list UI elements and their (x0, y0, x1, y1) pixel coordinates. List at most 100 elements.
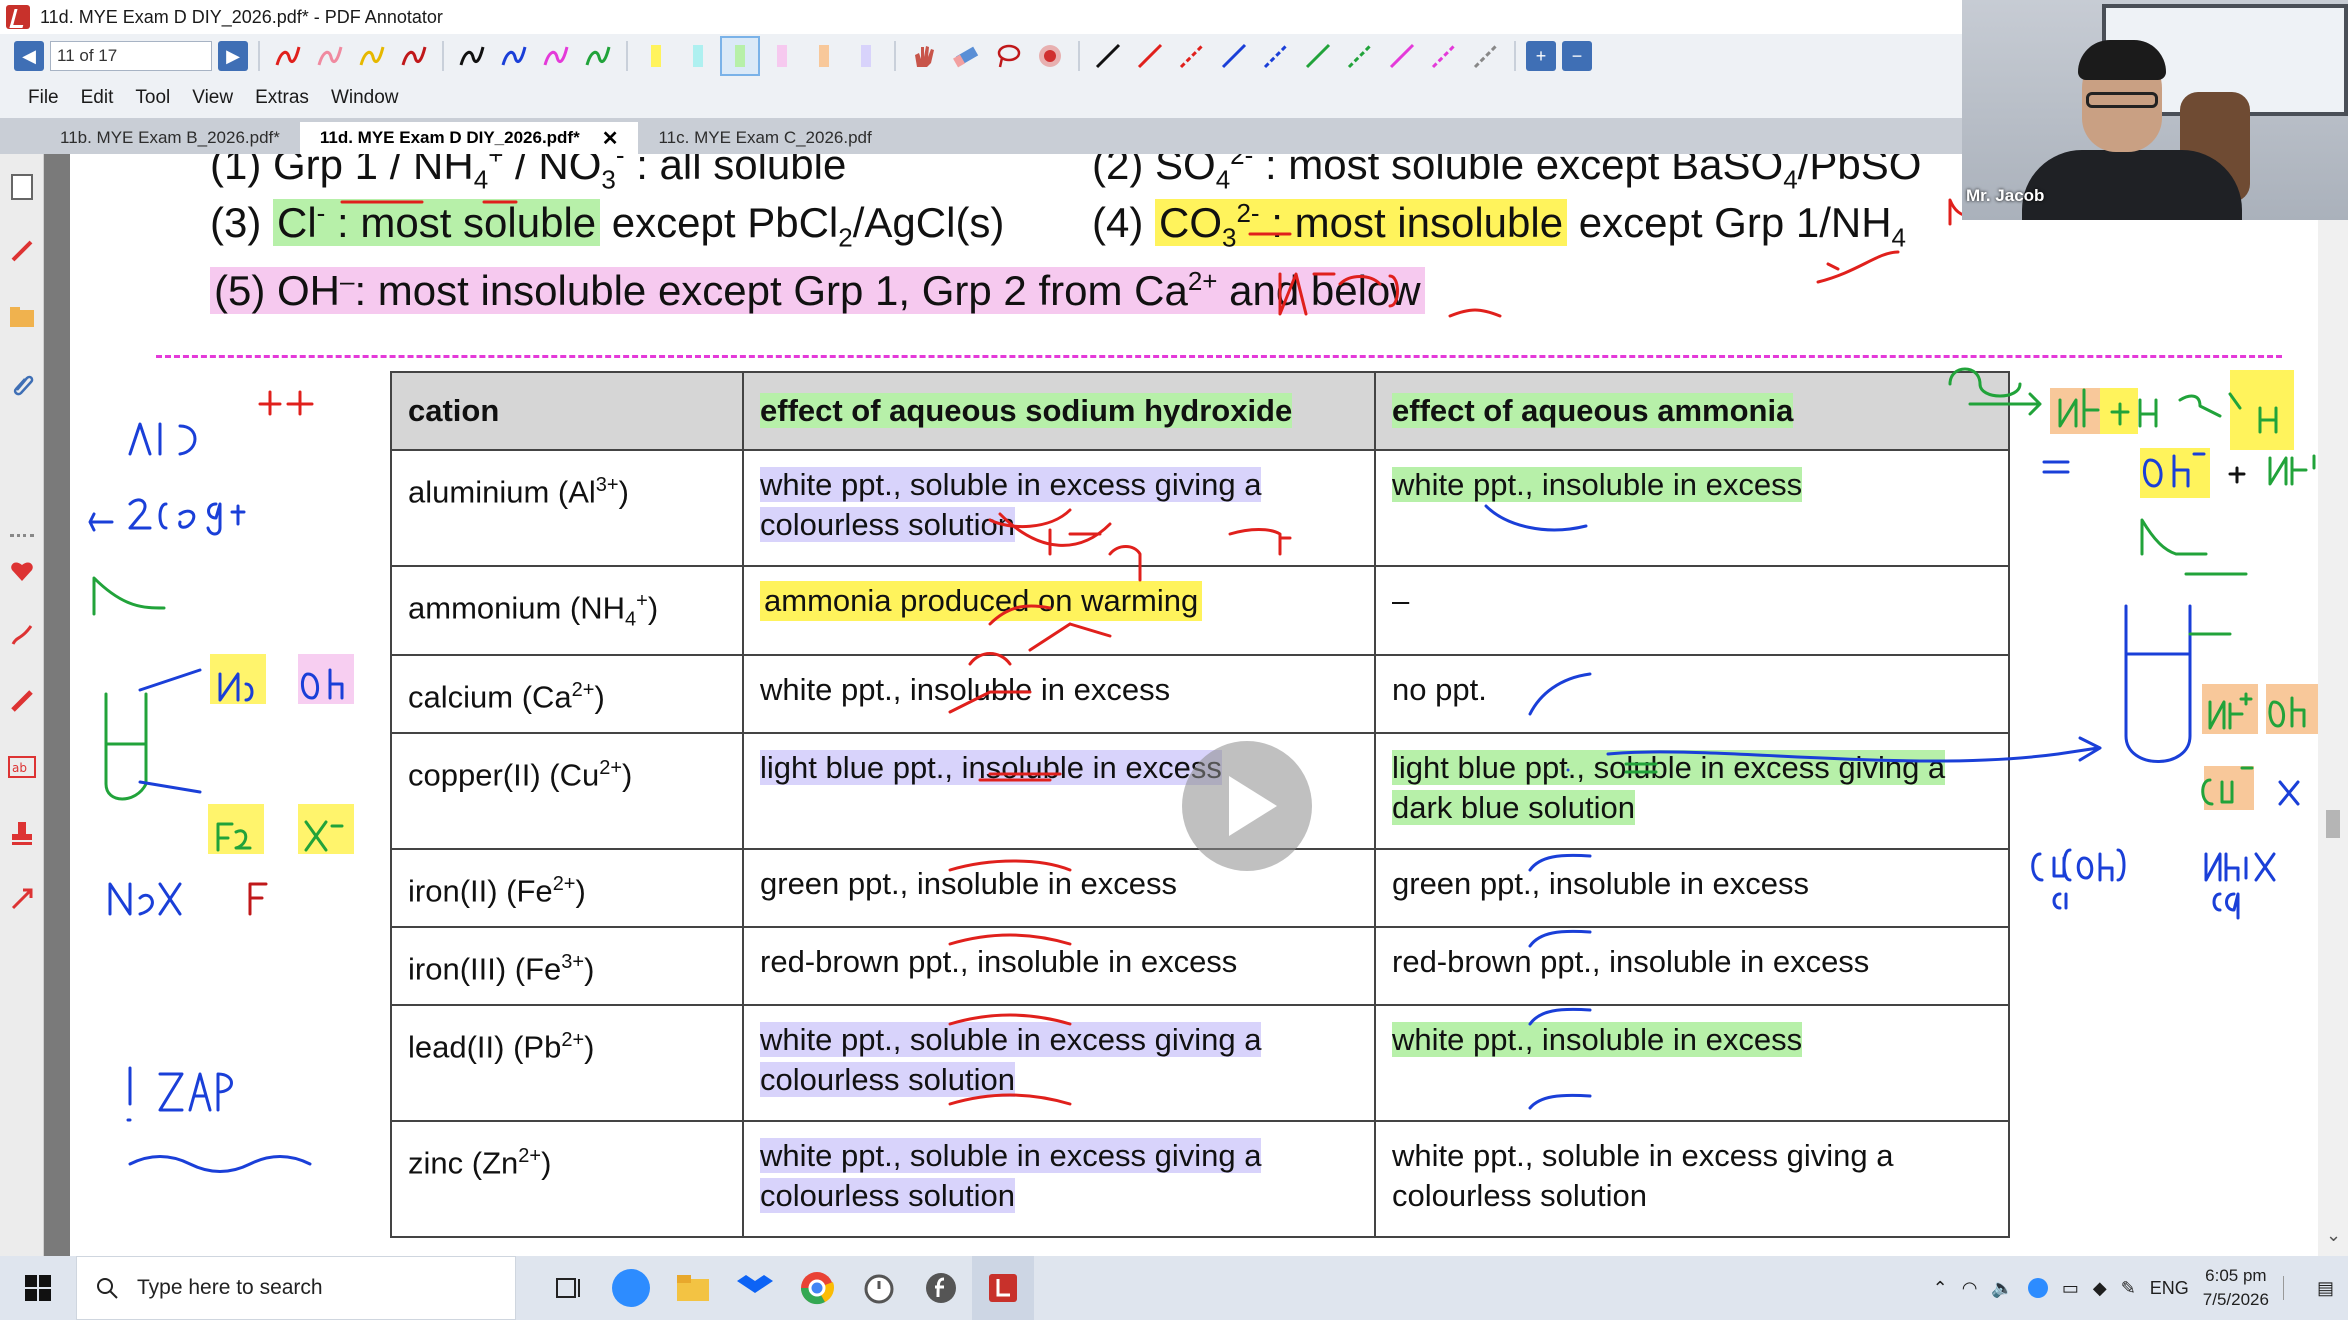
taskbar-chrome[interactable] (786, 1256, 848, 1320)
pen-darkred-tool[interactable] (396, 38, 432, 74)
stamp-tool[interactable] (1032, 38, 1068, 74)
close-tab-icon[interactable]: ✕ (602, 126, 619, 151)
taskbar-file-explorer[interactable] (662, 1256, 724, 1320)
dashed-line-gray-tool[interactable] (1468, 38, 1504, 74)
vertical-scrollbar[interactable]: ⌄ (2318, 220, 2348, 1256)
previous-page-button[interactable]: ◀ (14, 41, 44, 71)
highlighter-pink-tool[interactable] (764, 38, 800, 74)
notifications-icon[interactable]: ▤ (2317, 1278, 2334, 1299)
toolbar-separator (1514, 41, 1516, 71)
toolbar-separator (1078, 41, 1080, 71)
dropbox-tray-icon[interactable]: ◆ (2093, 1278, 2107, 1299)
hand-tool[interactable] (906, 38, 942, 74)
zoom-tray-icon[interactable] (2027, 1278, 2048, 1298)
tab-exam-c[interactable]: 11c. MYE Exam C_2026.pdf (638, 122, 891, 154)
naoh-cell: white ppt., soluble in excess giving a c… (742, 1119, 1376, 1238)
highlighter-lavender-tool[interactable] (848, 38, 884, 74)
stamp-sidebar-button[interactable] (7, 818, 37, 848)
rule-2-sub-b: 4 (1783, 164, 1798, 195)
next-page-button[interactable]: ▶ (218, 41, 248, 71)
start-button[interactable] (0, 1256, 76, 1320)
wifi-icon[interactable]: ◠ (1962, 1278, 1978, 1299)
folder-panel-button[interactable] (7, 302, 37, 332)
line-green-tool[interactable] (1300, 38, 1336, 74)
pen-magenta-tool[interactable] (538, 38, 574, 74)
dashed-line-blue-tool[interactable] (1258, 38, 1294, 74)
cation-cell: iron(II) (Fe2+) (390, 847, 744, 928)
language-indicator[interactable]: ENG (2150, 1278, 2189, 1299)
nh3-cell: – (1374, 565, 2010, 656)
pen-green-tool[interactable] (580, 38, 616, 74)
nh3-cell: light blue ppt., soluble in excess givin… (1374, 731, 2010, 850)
pen-tool-sidebar-button[interactable] (7, 620, 37, 650)
tab-exam-b[interactable]: 11b. MYE Exam B_2026.pdf* (40, 122, 300, 154)
text-box-sidebar-button[interactable]: ab (7, 752, 37, 782)
taskbar-dropbox[interactable] (724, 1256, 786, 1320)
taskbar-zoom-app[interactable] (600, 1256, 662, 1320)
dashed-line-magenta-tool[interactable] (1426, 38, 1462, 74)
zoom-out-button[interactable]: − (1562, 41, 1592, 71)
line-black-tool[interactable] (1090, 38, 1126, 74)
rule-3-highlight: Cl- : most soluble (273, 198, 601, 246)
scrollbar-thumb[interactable] (2326, 810, 2340, 838)
menu-extras[interactable]: Extras (255, 87, 309, 109)
dashed-line-red-tool[interactable] (1174, 38, 1210, 74)
nh3-cell: green ppt., insoluble in excess (1374, 847, 2010, 928)
line-red-tool[interactable] (1132, 38, 1168, 74)
taskbar-clock-app[interactable] (848, 1256, 910, 1320)
toolbar-separator (258, 41, 260, 71)
rule-5-part-a: (5) OH (214, 267, 340, 314)
cation-cell: lead(II) (Pb2+) (390, 1003, 744, 1122)
dashed-line-green-tool[interactable] (1342, 38, 1378, 74)
highlighter-yellow-tool[interactable] (638, 38, 674, 74)
menu-view[interactable]: View (192, 87, 233, 109)
menu-edit[interactable]: Edit (81, 87, 114, 109)
calcium-sup: 2+ (1187, 266, 1218, 296)
pen-tray-icon[interactable]: ✎ (2121, 1278, 2136, 1299)
system-clock[interactable]: 6:05 pm 7/5/2026 (2203, 1264, 2269, 1312)
cation-sub: 4 (625, 608, 637, 631)
menu-file[interactable]: File (28, 87, 59, 109)
carbonate-sup: 2- (1236, 198, 1260, 228)
highlighter-orange-tool[interactable] (806, 38, 842, 74)
highlighter-cyan-tool[interactable] (680, 38, 716, 74)
pen-yellow-tool[interactable] (354, 38, 390, 74)
tab-exam-d[interactable]: 11d. MYE Exam D DIY_2026.pdf* ✕ (299, 122, 639, 154)
menu-window[interactable]: Window (331, 87, 399, 109)
attachment-panel-button[interactable] (7, 368, 37, 398)
line-magenta-tool[interactable] (1384, 38, 1420, 74)
lasso-tool[interactable] (990, 38, 1026, 74)
pdf-annotator-window: 11d. MYE Exam D DIY_2026.pdf* - PDF Anno… (0, 0, 2348, 1320)
taskbar-app-f[interactable] (910, 1256, 972, 1320)
zoom-in-button[interactable]: + (1526, 41, 1556, 71)
show-desktop-icon[interactable] (2282, 1276, 2303, 1300)
volume-icon[interactable]: 🔈 (1991, 1278, 2013, 1299)
page-number-field[interactable] (50, 41, 212, 71)
presenter-body (2022, 150, 2242, 220)
tray-chevron-up-icon[interactable]: ⌃ (1933, 1278, 1948, 1299)
pen-pink-tool[interactable] (312, 38, 348, 74)
pen-panel-button[interactable] (7, 236, 37, 266)
marker-sidebar-button[interactable] (7, 686, 37, 716)
menu-tool[interactable]: Tool (135, 87, 170, 109)
video-play-button[interactable] (1182, 741, 1312, 871)
pen-blue-tool[interactable] (496, 38, 532, 74)
arrow-sidebar-button[interactable] (7, 884, 37, 914)
line-blue-tool[interactable] (1216, 38, 1252, 74)
page-thumbnail-button[interactable] (7, 172, 37, 202)
taskbar-search-box[interactable]: Type here to search (76, 1256, 516, 1320)
play-icon (1229, 776, 1277, 836)
favorites-panel-button[interactable] (7, 556, 37, 586)
highlighter-green-tool[interactable] (720, 36, 760, 76)
rule-1-part-c: : all soluble (624, 154, 847, 188)
battery-icon[interactable]: ▭ (2062, 1278, 2079, 1299)
pen-black-tool[interactable] (454, 38, 490, 74)
rule-line-2: (2) SO42- : most soluble except BaSO4/Pb… (1092, 154, 1921, 195)
taskbar-pdf-annotator[interactable] (972, 1256, 1034, 1320)
scroll-down-icon[interactable]: ⌄ (2326, 1225, 2341, 1246)
pen-red-tool[interactable] (270, 38, 306, 74)
dashed-line-icon (1473, 43, 1499, 69)
task-view-button[interactable] (538, 1256, 600, 1320)
eraser-tool[interactable] (948, 38, 984, 74)
arrow-icon (11, 888, 33, 910)
